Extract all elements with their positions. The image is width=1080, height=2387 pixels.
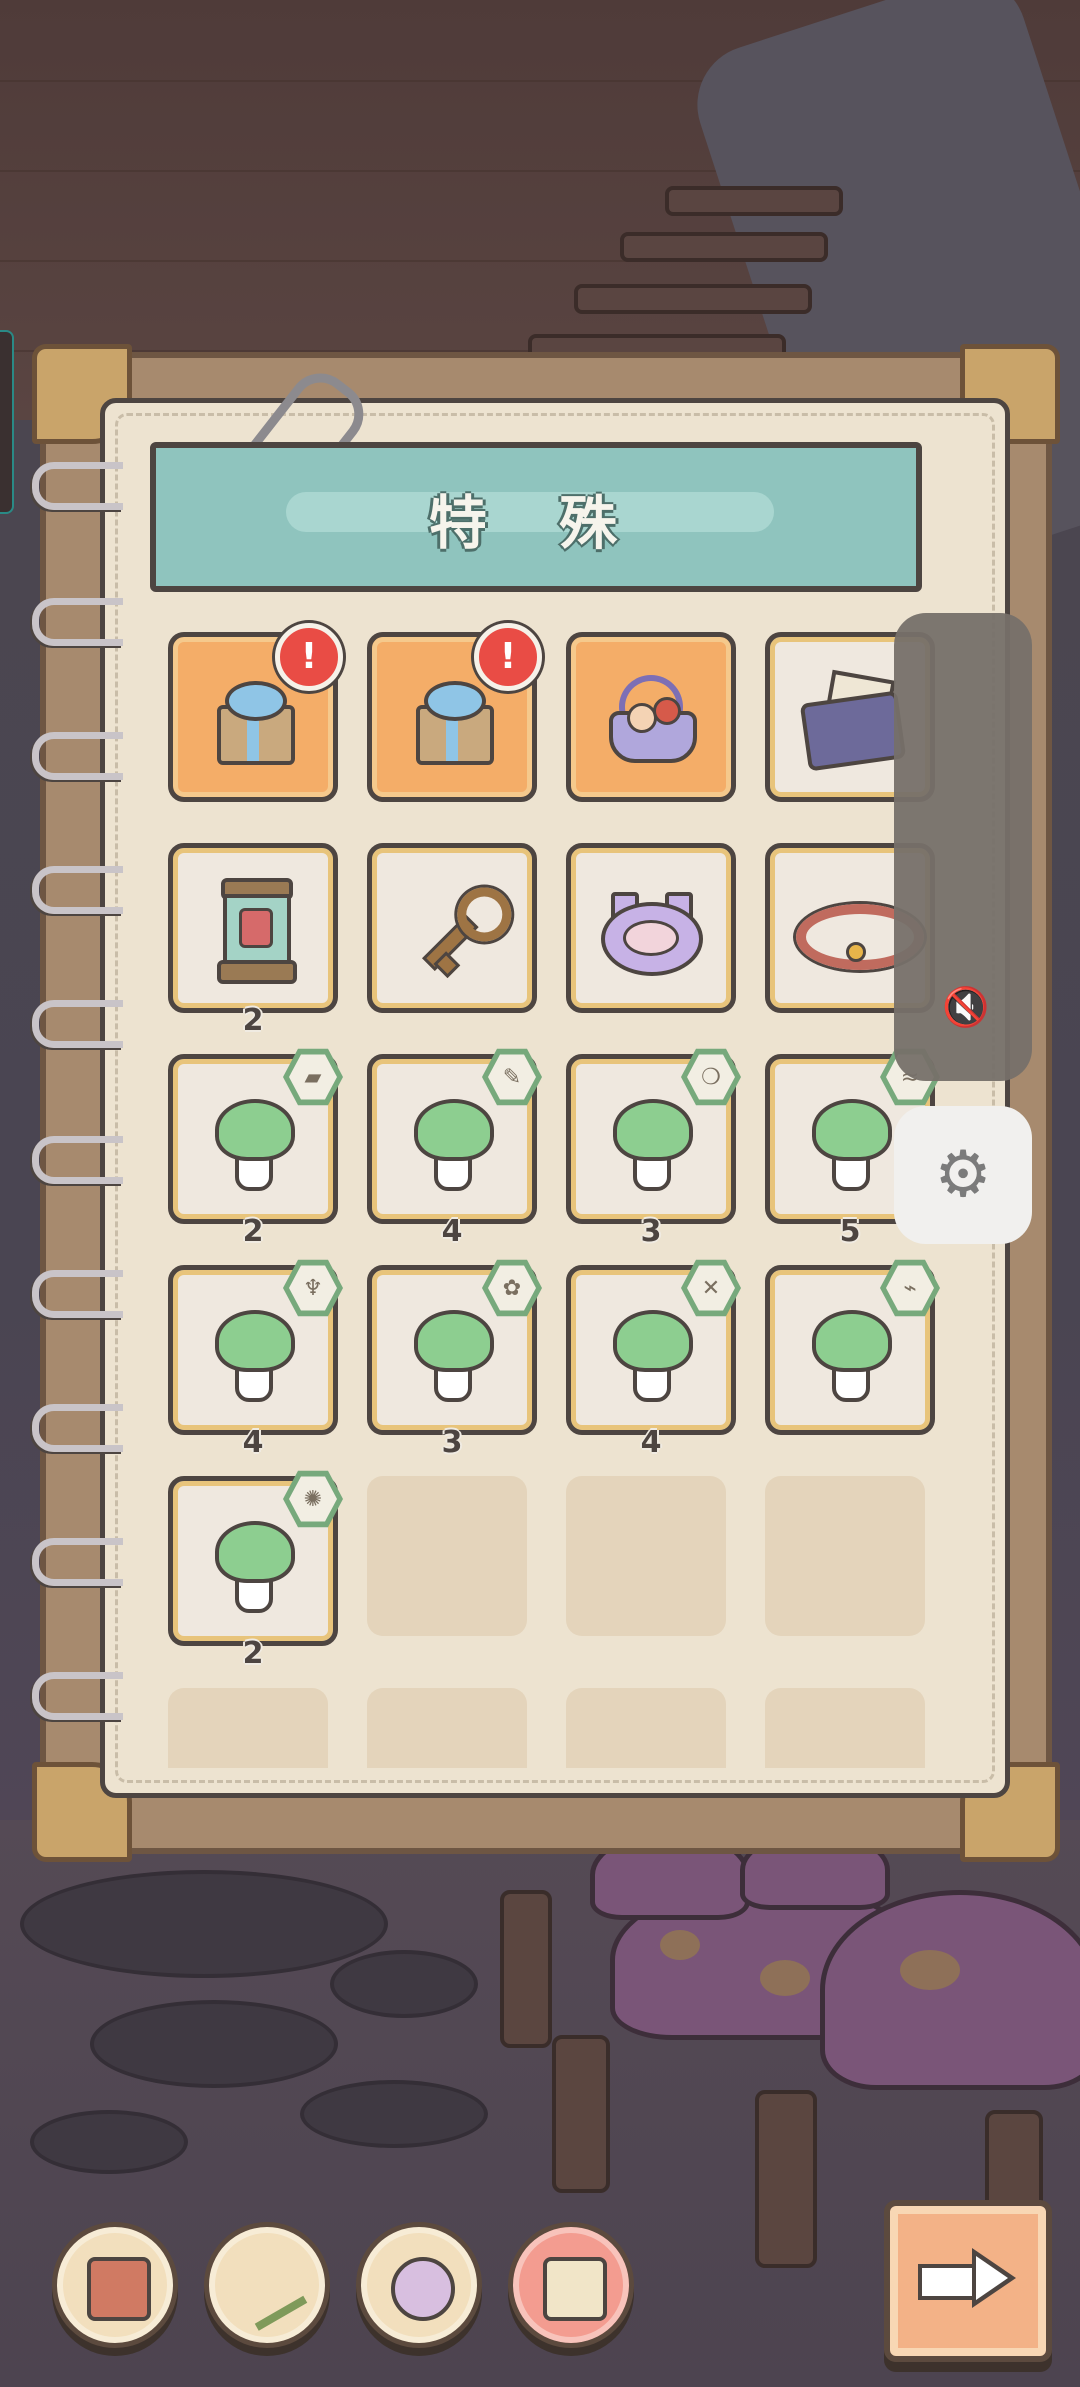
category-banner: 特 殊 [150, 442, 922, 592]
item-slot-key[interactable] [367, 843, 537, 1013]
alert-badge: ! [474, 623, 542, 691]
flower-basket-icon [605, 673, 697, 765]
gear-icon: ⚙ [934, 1138, 992, 1212]
binder-ring [32, 1404, 123, 1452]
binder-ring [32, 462, 123, 510]
mushroom-icon [215, 1099, 295, 1191]
bag-with-papers-icon [798, 667, 907, 772]
item-count: 2 [242, 1636, 264, 1671]
jar-lantern-icon [217, 878, 297, 984]
fence-post [500, 1890, 552, 2048]
mute-icon[interactable]: 🔇 [942, 985, 989, 1029]
mushroom-icon [215, 1521, 295, 1613]
item-slot-mushroom[interactable]: ❍ 3 [566, 1048, 741, 1249]
fence-post [755, 2090, 817, 2268]
item-slot-mushroom[interactable]: ♆ 4 [168, 1259, 343, 1460]
binder-ring [32, 1538, 123, 1586]
item-count: 4 [640, 1425, 662, 1460]
item-slot-mushroom[interactable]: ✿ 3 [367, 1259, 542, 1460]
gift-box-icon [410, 677, 494, 765]
binder-ring [32, 1270, 123, 1318]
item-slot-mushroom[interactable]: ✎ 4 [367, 1048, 542, 1249]
mushroom-spot [900, 1950, 960, 1990]
empty-slot [367, 1688, 527, 1768]
binder-ring [32, 1000, 123, 1048]
item-count: 4 [441, 1214, 463, 1249]
item-count: 4 [242, 1425, 264, 1460]
item-slot-jar-lantern[interactable]: 2 [168, 843, 338, 1038]
mushroom-icon [812, 1310, 892, 1402]
fence-post [552, 2035, 610, 2193]
empty-slot [168, 1688, 328, 1768]
mushroom-icon [414, 1099, 494, 1191]
item-slot-pet-bowl[interactable] [566, 843, 736, 1013]
binder-ring [32, 1672, 123, 1720]
binder-ring [32, 1136, 123, 1184]
item-slot-mushroom[interactable]: ▰ 2 [168, 1048, 343, 1249]
treasure-chest-button[interactable] [508, 2222, 634, 2348]
next-button[interactable] [884, 2200, 1052, 2362]
item-slot-mushroom[interactable]: ⌁ [765, 1259, 940, 1435]
stone [20, 1870, 388, 1978]
side-handle[interactable] [0, 330, 14, 514]
binder-ring [32, 866, 123, 914]
briefcase-icon [87, 2257, 151, 2321]
stair-step [574, 284, 812, 314]
empty-slot [566, 1476, 726, 1636]
gift-box-icon [211, 677, 295, 765]
item-slot-mushroom[interactable]: ✺ 2 [168, 1470, 343, 1671]
stair-step [665, 186, 843, 216]
mushroom-icon [215, 1310, 295, 1402]
empty-slot [765, 1688, 925, 1768]
gear-cog-button[interactable] [356, 2222, 482, 2348]
stair-step [620, 232, 828, 262]
mushroom-spot [660, 1930, 700, 1960]
alert-badge: ! [275, 623, 343, 691]
stone [300, 2080, 488, 2148]
stone [90, 2000, 338, 2088]
empty-slot [566, 1688, 726, 1768]
branch-button[interactable] [204, 2222, 330, 2348]
mushroom-icon [613, 1099, 693, 1191]
gear-cog-icon [391, 2257, 455, 2321]
arrow-right-icon [918, 2248, 1018, 2308]
item-slot-gift-box[interactable]: ! [168, 623, 343, 802]
mushroom-spot [760, 1960, 810, 1996]
empty-slot [367, 1476, 527, 1636]
pet-bowl-icon [601, 892, 703, 976]
briefcase-button[interactable] [52, 2222, 178, 2348]
stone [30, 2110, 188, 2174]
settings-button[interactable]: ⚙ [894, 1106, 1032, 1244]
item-count: 3 [441, 1425, 463, 1460]
mushroom-icon [613, 1310, 693, 1402]
item-slot-gift-box[interactable]: ! [367, 623, 542, 802]
item-count: 2 [242, 1003, 264, 1038]
empty-slot [765, 1476, 925, 1636]
volume-panel[interactable]: 🔇 [894, 613, 1032, 1081]
item-slot-mushroom[interactable]: ✕ 4 [566, 1259, 741, 1460]
item-count: 2 [242, 1214, 264, 1249]
item-slot-flower-basket[interactable] [566, 632, 736, 802]
mushroom-icon [812, 1099, 892, 1191]
category-title: 特 殊 [428, 489, 644, 557]
stone [330, 1950, 478, 2018]
item-count: 3 [640, 1214, 662, 1249]
binder-ring [32, 732, 123, 780]
mushroom-icon [414, 1310, 494, 1402]
purple-mushroom [820, 1890, 1080, 2090]
treasure-chest-icon [543, 2257, 607, 2321]
branch-icon [226, 2247, 308, 2331]
key-icon [388, 862, 524, 998]
binder-ring [32, 598, 123, 646]
